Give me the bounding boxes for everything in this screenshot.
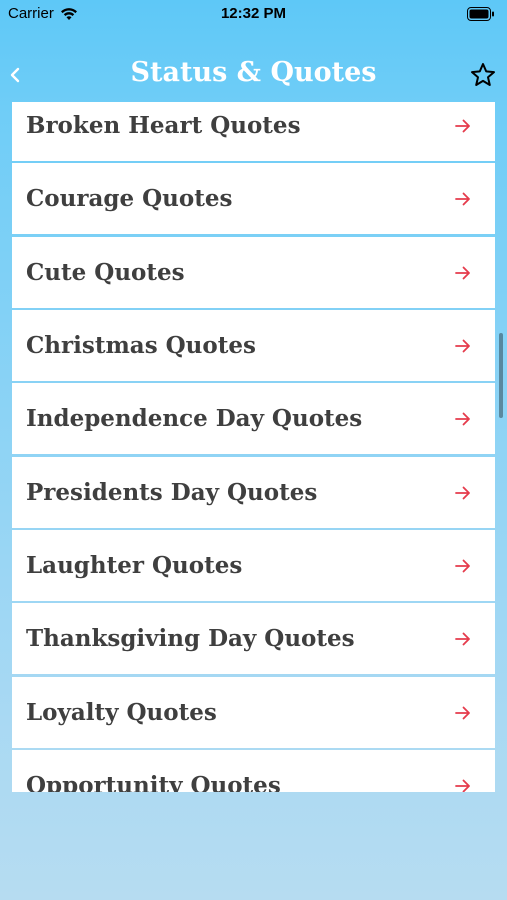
arrow-right-icon xyxy=(455,339,470,353)
arrow-right-icon xyxy=(455,412,470,426)
arrow-right-icon xyxy=(455,486,470,500)
list-content: Broken Heart Quotes Courage Quotes Cute Qu… xyxy=(12,102,495,792)
status-bar: Carrier 12:32 PM xyxy=(0,0,507,30)
list-item[interactable]: Thanksgiving Day Quotes xyxy=(12,603,495,675)
arrow-right-icon xyxy=(455,266,470,280)
star-outline-icon xyxy=(471,63,495,86)
list-item-label: Christmas Quotes xyxy=(26,332,256,360)
status-time: 12:32 PM xyxy=(220,5,287,22)
page-title: Status & Quotes xyxy=(130,57,377,88)
arrow-right-icon xyxy=(455,119,470,133)
list-item-label: Presidents Day Quotes xyxy=(26,478,318,506)
list-item-label: Courage Quotes xyxy=(26,185,233,213)
list-item-label: Broken Heart Quotes xyxy=(26,112,301,139)
arrow-right-icon xyxy=(455,633,470,646)
list-item[interactable]: Laughter Quotes xyxy=(12,530,495,602)
list-item[interactable]: Independence Day Quotes xyxy=(12,383,495,455)
list-item-label: Cute Quotes xyxy=(26,258,185,286)
arrow-right-icon xyxy=(455,706,470,720)
list-item-label: Opportunity Quotes xyxy=(26,772,281,792)
list-item-label: Independence Day Quotes xyxy=(26,405,363,433)
arrow-right-icon xyxy=(455,192,470,206)
navigation-bar: Status & Quotes xyxy=(0,50,507,100)
list-item-label: Loyalty Quotes xyxy=(26,698,217,726)
battery-icon xyxy=(467,7,495,25)
list-item[interactable]: Cute Quotes xyxy=(12,236,495,308)
list-item[interactable]: Broken Heart Quotes xyxy=(12,102,495,161)
favorite-button[interactable] xyxy=(469,61,497,89)
list-item[interactable]: Courage Quotes xyxy=(12,163,495,235)
scroll-indicator[interactable] xyxy=(499,333,503,418)
list-item-label: Laughter Quotes xyxy=(26,552,243,580)
list-item-label: Thanksgiving Day Quotes xyxy=(26,625,355,653)
list-item[interactable]: Loyalty Quotes xyxy=(12,676,495,748)
list-item[interactable]: Opportunity Quotes xyxy=(12,750,495,792)
arrow-right-icon xyxy=(455,779,470,792)
arrow-right-icon xyxy=(455,559,470,573)
quote-category-list[interactable]: Broken Heart Quotes Courage Quotes Cute Qu… xyxy=(12,102,495,792)
list-item[interactable]: Christmas Quotes xyxy=(12,310,495,382)
list-item[interactable]: Presidents Day Quotes xyxy=(12,456,495,528)
